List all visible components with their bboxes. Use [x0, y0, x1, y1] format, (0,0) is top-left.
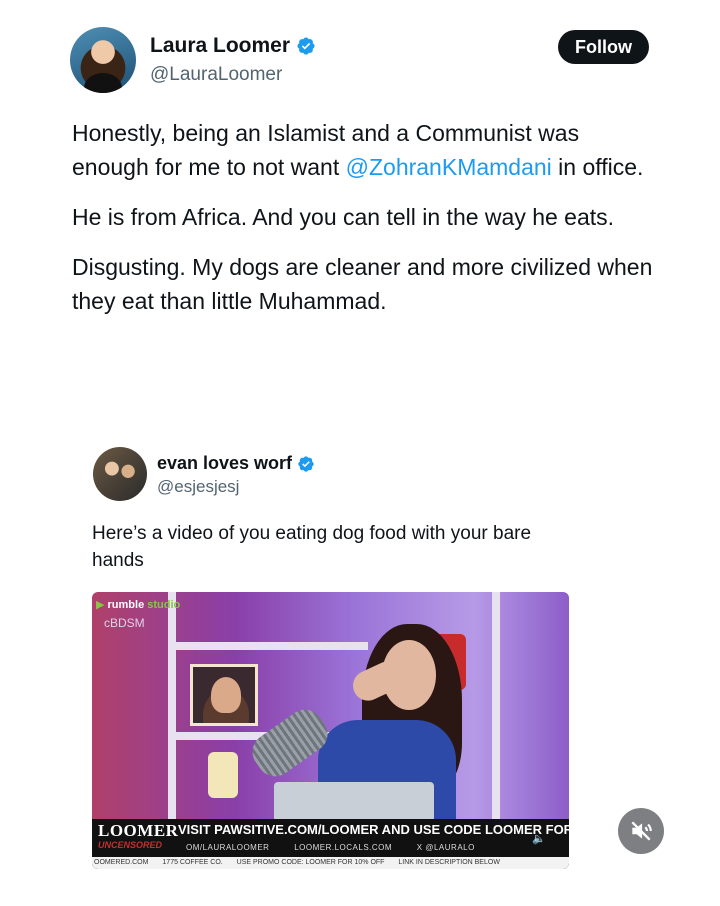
shelf [168, 642, 368, 650]
shelf [168, 592, 176, 820]
lower-third-item: X @LAURALO [416, 843, 475, 852]
author-handle[interactable]: @LauraLoomer [150, 64, 282, 86]
ticker-item: LINK IN DESCRIPTION BELOW [398, 859, 500, 866]
author-avatar[interactable] [70, 27, 136, 93]
quote-author-avatar[interactable] [93, 447, 147, 501]
ticker-item: USE PROMO CODE: LOOMER FOR 10% OFF [236, 859, 385, 866]
shelf [492, 592, 500, 820]
show-brand: LOOMER [98, 821, 179, 840]
photo-frame [190, 664, 258, 726]
ticker-item: 1775 COFFEE CO. [162, 859, 223, 866]
verified-badge-icon [298, 455, 314, 472]
tweet-paragraph-1: Honestly, being an Islamist and a Commun… [72, 116, 662, 184]
speaker-icon: 🔈 [532, 833, 546, 845]
tweet-paragraph-3: Disgusting. My dogs are cleaner and more… [72, 254, 653, 314]
tweet-text-segment: in office. [551, 154, 644, 180]
mention-link[interactable]: @ZohranKMamdani [346, 154, 552, 180]
rumble-suffix: studio [147, 599, 181, 611]
quote-text: Here’s a video of you eating dog food wi… [92, 523, 532, 571]
lower-third-row-2: OM/LAURALOOMER LOOMER.LOCALS.COM X @LAUR… [186, 843, 497, 852]
mute-button[interactable] [618, 808, 664, 854]
rumble-logo: ▶ rumble studio [96, 599, 181, 611]
author-name-row: Laura Loomer [150, 34, 316, 58]
quote-author-name[interactable]: evan loves worf [157, 453, 292, 474]
show-brand-sub: UNCENSORED [98, 840, 163, 850]
video-player[interactable]: ▶ rumble studio cBDSM LOOMER UNCENSORED … [92, 592, 569, 869]
quote-author-name-row: evan loves worf [157, 453, 315, 474]
watermark: cBDSM [104, 616, 145, 630]
author-name[interactable]: Laura Loomer [150, 34, 290, 58]
ticker: OOMERED.COM 1775 COFFEE CO. USE PROMO CO… [92, 857, 569, 869]
rumble-prefix: rumble [107, 599, 145, 611]
speaker-muted-icon [631, 821, 652, 841]
tweet-paragraph-2: He is from Africa. And you can tell in t… [72, 204, 615, 230]
lower-third-headline: VISIT PAWSITIVE.COM/LOOMER AND USE CODE … [178, 822, 569, 837]
follow-button[interactable]: Follow [558, 30, 649, 64]
verified-badge-icon [297, 37, 315, 55]
lower-third-item: LOOMER.LOCALS.COM [294, 843, 393, 852]
lamp [208, 752, 238, 798]
ticker-item: OOMERED.COM [94, 859, 149, 866]
lower-third-item: OM/LAURALOOMER [186, 843, 270, 852]
quote-author-handle[interactable]: @esjesjesj [157, 477, 239, 497]
tweet-text: Honestly, being an Islamist and a Commun… [72, 116, 662, 334]
laptop [274, 782, 434, 822]
